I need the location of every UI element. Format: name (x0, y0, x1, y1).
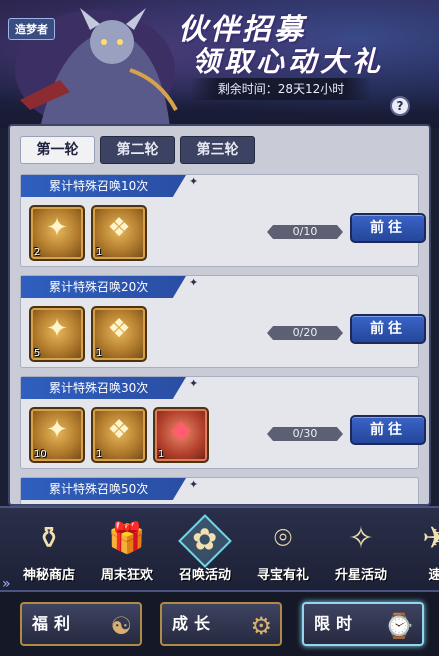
task-panel: 第一轮 第二轮 第三轮 累计特殊召唤10次 ✦ ✦ 2 ❖ 1 0/10 前往 … (8, 124, 431, 506)
nav-label: 成长 (172, 614, 217, 633)
tab-round-3[interactable]: 第三轮 (180, 136, 255, 164)
activity-speed[interactable]: ✈ 速 (400, 516, 439, 588)
clock-gear-icon: ⌚ (384, 612, 414, 640)
reward-list: ✦ 5 ❖ 1 (29, 306, 147, 362)
round-tabs: 第一轮 第二轮 第三轮 (20, 136, 255, 164)
gift-sack-icon[interactable]: ❖ 1 (91, 407, 147, 463)
gold-chest-icon[interactable]: ✦ 2 (29, 205, 85, 261)
tab-round-2[interactable]: 第二轮 (100, 136, 175, 164)
activity-label: 速 (396, 564, 439, 583)
activity-label: 升星活动 (334, 568, 387, 583)
gift-sack-icon[interactable]: ❖ 1 (91, 306, 147, 362)
bottom-nav: 福利 ☯ 成长 ⚙ 限时 ⌚ (0, 592, 439, 656)
creator-badge: 造梦者 (8, 18, 55, 40)
event-banner: 造梦者 伙伴招募 领取心动大礼 剩余时间：28天12小时 ? (0, 0, 439, 128)
activity-mystery-shop[interactable]: ⚱ 神秘商店 (14, 516, 84, 588)
activity-strip: ⚱ 神秘商店 🎁 周末狂欢 ✿ 召唤活动 ⌾ 寻宝有礼 ✧ 升星活动 ✈ 速 (0, 506, 439, 592)
item-count: 1 (96, 348, 103, 359)
activity-treasure[interactable]: ⌾ 寻宝有礼 (248, 516, 318, 588)
task-row: 累计特殊召唤10次 ✦ ✦ 2 ❖ 1 0/10 前往 (20, 174, 426, 267)
gold-chest-icon[interactable]: ✦ 10 (29, 407, 85, 463)
remaining-time: 剩余时间：28天12小时 (190, 78, 372, 100)
tab-round-1[interactable]: 第一轮 (20, 136, 95, 164)
gold-cannon-icon: ⚙ (250, 612, 272, 640)
sparkle-icon: ✦ (189, 377, 199, 390)
item-count: 2 (34, 247, 41, 258)
reward-list: ✦ 10 ❖ 1 ◆ 1 (29, 407, 209, 463)
star-up-icon: ✧ (348, 521, 374, 556)
treasure-compass-icon: ⌾ (274, 521, 292, 556)
activity-weekend[interactable]: 🎁 周末狂欢 (92, 516, 162, 588)
task-title: 累计特殊召唤20次 (21, 276, 186, 298)
activity-label: 寻宝有礼 (256, 568, 309, 583)
reward-list: ✦ 2 ❖ 1 (29, 205, 147, 261)
go-button[interactable]: 前往 (350, 314, 426, 344)
summon-bow-icon: ✿ (178, 514, 232, 568)
red-gem-icon[interactable]: ◆ 1 (153, 407, 209, 463)
task-row: 累计特殊召唤50次 ✦ (20, 477, 419, 504)
gold-chest-icon[interactable]: ✦ 5 (29, 306, 85, 362)
item-count: 10 (34, 449, 47, 460)
masked-character-icon: ☯ (110, 612, 132, 640)
item-count: 5 (34, 348, 41, 359)
progress-text: 0/20 (267, 326, 343, 340)
help-button[interactable]: ? (390, 96, 410, 116)
item-count: 1 (96, 449, 103, 460)
banner-title-line2: 领取心动大礼 (192, 45, 385, 78)
activity-label: 神秘商店 (22, 568, 75, 583)
nav-limited-button[interactable]: 限时 ⌚ (302, 602, 424, 646)
sparkle-icon: ✦ (189, 478, 199, 491)
weekend-gift-icon: 🎁 (108, 521, 146, 556)
nav-label: 福利 (32, 614, 77, 633)
go-button[interactable]: 前往 (350, 415, 426, 445)
task-title: 累计特殊召唤30次 (21, 377, 186, 399)
expand-arrow-icon[interactable]: » (2, 576, 11, 592)
nav-welfare-button[interactable]: 福利 ☯ (20, 602, 142, 646)
progress-text: 0/10 (267, 225, 343, 239)
item-count: 1 (158, 449, 165, 460)
item-count: 1 (96, 247, 103, 258)
activity-label: 周末狂欢 (100, 568, 153, 583)
activity-label: 召唤活动 (178, 568, 231, 583)
task-title: 累计特殊召唤10次 (21, 175, 186, 197)
activity-star-up[interactable]: ✧ 升星活动 (326, 516, 396, 588)
task-row: 累计特殊召唤20次 ✦ ✦ 5 ❖ 1 0/20 前往 (20, 275, 426, 368)
mystery-shop-icon: ⚱ (36, 521, 62, 556)
task-title: 累计特殊召唤50次 (21, 478, 186, 500)
sparkle-icon: ✦ (189, 276, 199, 289)
speed-icon: ✈ (414, 516, 439, 562)
nav-growth-button[interactable]: 成长 ⚙ (160, 602, 282, 646)
sparkle-icon: ✦ (189, 175, 199, 188)
progress-text: 0/30 (267, 427, 343, 441)
task-row: 累计特殊召唤30次 ✦ ✦ 10 ❖ 1 ◆ 1 0/30 前往 (20, 376, 426, 469)
go-button[interactable]: 前往 (350, 213, 426, 243)
activity-summon[interactable]: ✿ 召唤活动 (170, 514, 240, 588)
nav-label: 限时 (314, 614, 359, 633)
gift-sack-icon[interactable]: ❖ 1 (91, 205, 147, 261)
